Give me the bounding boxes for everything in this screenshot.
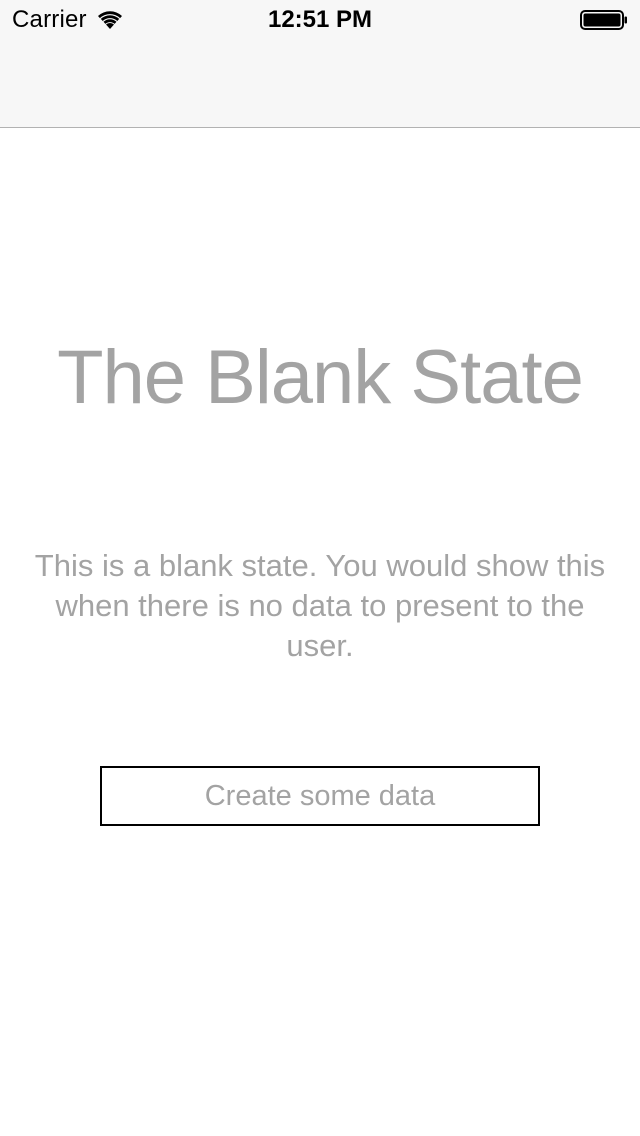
screen: Carrier 12:51 PM The Blank State This is…: [0, 0, 640, 1136]
create-data-button[interactable]: Create some data: [100, 766, 540, 826]
blank-state-title: The Blank State: [57, 335, 584, 420]
battery-icon: [580, 10, 628, 30]
navigation-bar: Carrier 12:51 PM: [0, 0, 640, 128]
blank-state-message: This is a blank state. You would show th…: [34, 548, 606, 663]
status-bar: Carrier 12:51 PM: [0, 0, 640, 40]
status-time: 12:51 PM: [267, 6, 373, 33]
